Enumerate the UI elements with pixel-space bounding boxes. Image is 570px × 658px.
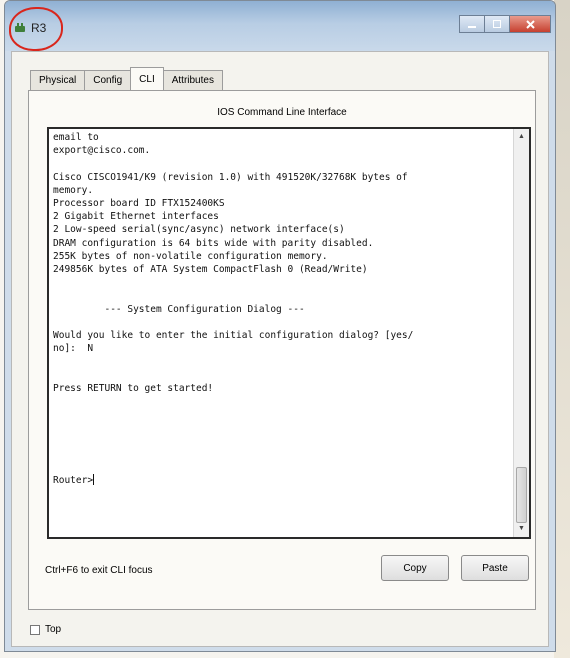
top-checkbox-row[interactable]: Top xyxy=(30,624,61,635)
tab-cli[interactable]: CLI xyxy=(130,67,164,90)
minimize-icon xyxy=(468,26,476,28)
window-controls xyxy=(459,15,551,35)
cli-panel: IOS Command Line Interface email to expo… xyxy=(28,90,536,610)
panel-title: IOS Command Line Interface xyxy=(217,107,347,118)
client-area: Physical Config CLI Attributes IOS Comma… xyxy=(11,51,549,647)
scroll-down-arrow-icon[interactable]: ▼ xyxy=(514,521,529,537)
terminal-scrollbar[interactable]: ▲ ▼ xyxy=(513,129,529,537)
title-bar[interactable]: R3 xyxy=(5,1,555,51)
top-checkbox[interactable] xyxy=(30,624,40,635)
tab-attributes[interactable]: Attributes xyxy=(162,70,223,90)
cli-terminal[interactable]: email to export@cisco.com. Cisco CISCO19… xyxy=(47,127,531,539)
tab-strip: Physical Config CLI Attributes xyxy=(30,67,223,90)
device-window: R3 Physical Config CLI Attributes IOS Co… xyxy=(4,0,556,652)
paste-button[interactable]: Paste xyxy=(461,555,529,581)
maximize-button[interactable] xyxy=(484,15,510,33)
terminal-lines: email to export@cisco.com. Cisco CISCO19… xyxy=(53,132,414,394)
scrollbar-thumb[interactable] xyxy=(516,467,527,523)
top-checkbox-label: Top xyxy=(45,624,62,635)
minimize-button[interactable] xyxy=(459,15,485,33)
tab-physical[interactable]: Physical xyxy=(30,70,86,90)
maximize-icon xyxy=(493,20,501,28)
desktop-background xyxy=(554,0,570,658)
scroll-up-arrow-icon[interactable]: ▲ xyxy=(514,129,529,145)
close-button[interactable] xyxy=(509,15,551,33)
terminal-prompt: Router> xyxy=(53,475,94,487)
copy-button[interactable]: Copy xyxy=(381,555,449,581)
cli-focus-hint: Ctrl+F6 to exit CLI focus xyxy=(45,565,153,576)
terminal-output[interactable]: email to export@cisco.com. Cisco CISCO19… xyxy=(53,131,511,537)
highlight-circle xyxy=(9,7,63,51)
text-cursor xyxy=(93,474,95,486)
close-icon xyxy=(525,19,535,29)
tab-config[interactable]: Config xyxy=(84,70,132,90)
